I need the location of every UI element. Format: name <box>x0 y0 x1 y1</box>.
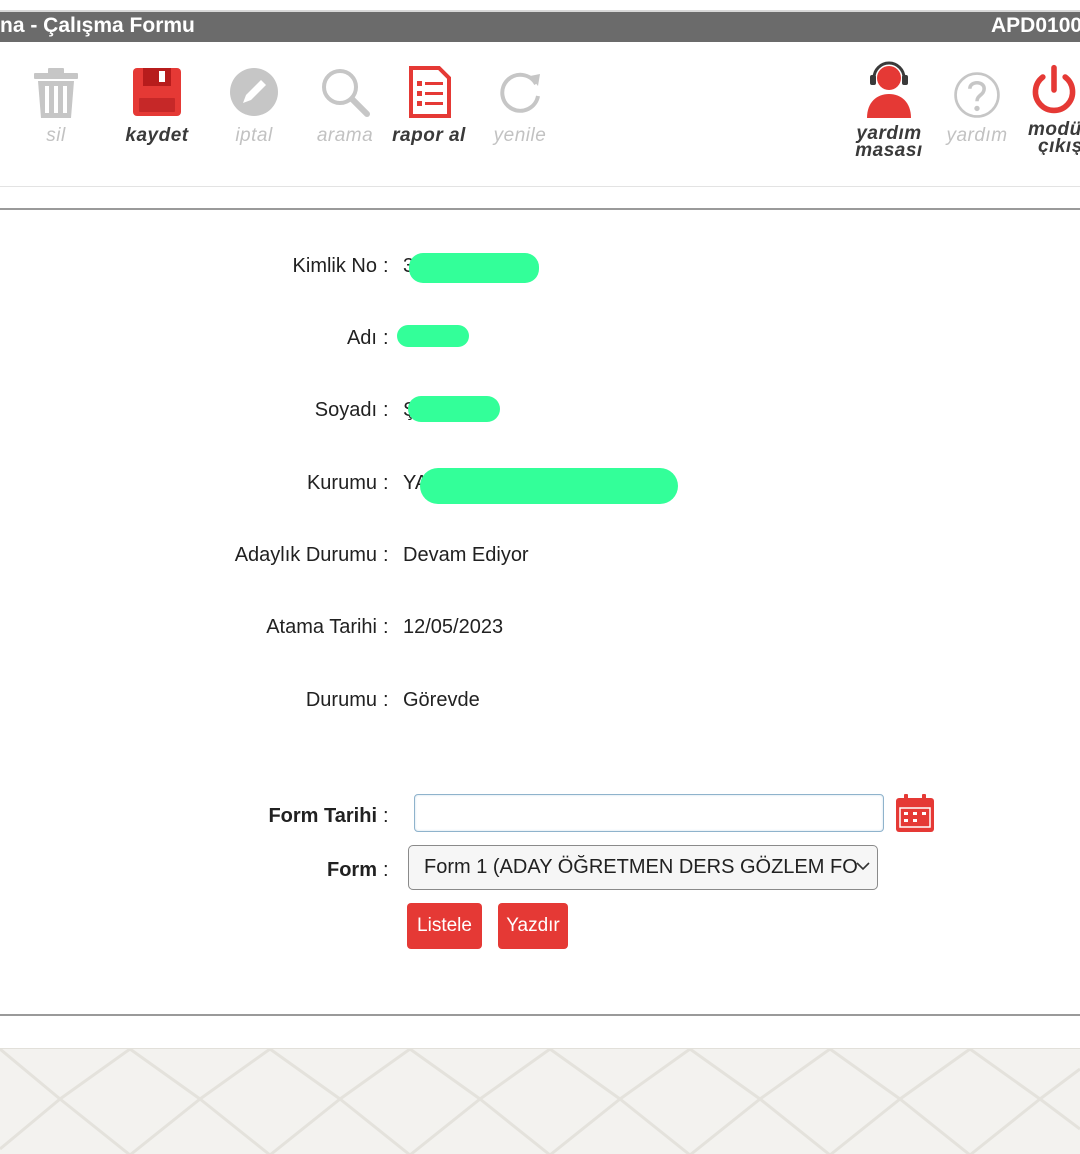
form-tarihi-input[interactable] <box>414 794 884 832</box>
adaylik-durumu-label: Adaylık Durumu <box>234 544 377 566</box>
form-select[interactable]: Form 1 (ADAY ÖĞRETMEN DERS GÖZLEM FO <box>408 845 878 890</box>
colon: : <box>383 616 389 638</box>
redaction-mark <box>408 396 500 422</box>
form-select-value: Form 1 (ADAY ÖĞRETMEN DERS GÖZLEM FO <box>424 856 858 878</box>
arama-label: arama <box>316 125 374 146</box>
yardim-masasi-button[interactable]: yardım masası <box>852 58 926 161</box>
atama-tarihi-value: 12/05/2023 <box>403 616 504 638</box>
colon: : <box>383 805 389 827</box>
atama-tarihi-label: Atama Tarihi <box>266 616 377 638</box>
yenile-label: yenile <box>493 125 547 146</box>
colon: : <box>383 859 389 881</box>
calendar-icon[interactable] <box>895 793 935 833</box>
colon: : <box>383 472 389 494</box>
kaydet-button[interactable]: kaydet <box>118 64 196 146</box>
iptal-label: iptal <box>235 125 273 146</box>
report-document-icon <box>409 66 451 118</box>
modul-cikis-label-2: çıkış <box>1038 136 1080 155</box>
rapor-al-label: rapor al <box>392 125 466 146</box>
form-tarihi-label: Form Tarihi <box>268 805 377 827</box>
star-pattern <box>0 1049 1080 1154</box>
decorative-footer-pattern <box>0 1048 1080 1154</box>
iptal-button[interactable]: iptal <box>226 64 282 146</box>
separator-top <box>0 208 1080 210</box>
colon: : <box>383 399 389 421</box>
redaction-mark <box>397 325 469 347</box>
separator-bottom <box>0 1014 1080 1016</box>
trash-icon <box>34 68 78 118</box>
help-question-icon <box>954 72 1000 118</box>
title-bar: na - Çalışma Formu APD0100 <box>0 10 1080 42</box>
refresh-icon <box>500 72 540 113</box>
form-label: Form <box>327 859 377 881</box>
yenile-button[interactable]: yenile <box>488 64 552 146</box>
sil-button[interactable]: sil <box>28 64 84 146</box>
help-desk-headset-icon <box>867 61 911 118</box>
toolbar: sil kaydet iptal arama rapor al yenile y… <box>0 42 1080 187</box>
yardim-masasi-label-2: masası <box>855 140 923 161</box>
listele-button[interactable]: Listele <box>407 903 482 949</box>
page: na - Çalışma Formu APD0100 sil kaydet ip… <box>0 0 1080 1154</box>
redaction-mark <box>420 468 678 504</box>
durumu-label: Durumu <box>305 689 377 711</box>
modul-cikis-button[interactable]: modül çıkış <box>1028 64 1080 155</box>
kimlik-no-label: Kimlik No <box>292 255 377 277</box>
rapor-al-button[interactable]: rapor al <box>388 64 470 146</box>
arama-button[interactable]: arama <box>312 64 378 146</box>
colon: : <box>383 255 389 277</box>
adaylik-durumu-value: Devam Ediyor <box>403 544 529 566</box>
kaydet-label: kaydet <box>125 125 189 146</box>
module-code: APD0100 <box>991 14 1080 37</box>
kurumu-label: Kurumu <box>306 472 377 494</box>
colon: : <box>383 544 389 566</box>
soyadi-label: Soyadı <box>314 399 377 421</box>
durumu-value: Görevde <box>403 689 480 711</box>
yardim-label: yardım <box>946 125 1008 146</box>
yazdir-button[interactable]: Yazdır <box>498 903 568 949</box>
sil-label: sil <box>46 125 66 146</box>
floppy-disk-icon <box>133 68 181 116</box>
chevron-down-icon <box>856 862 870 871</box>
colon: : <box>383 327 389 349</box>
power-icon <box>1032 64 1076 114</box>
window-title: na - Çalışma Formu <box>0 14 195 37</box>
redaction-mark <box>409 253 539 283</box>
yardim-button[interactable]: yardım <box>942 70 1012 146</box>
search-icon <box>322 69 370 117</box>
colon: : <box>383 689 389 711</box>
adi-label: Adı <box>346 327 377 349</box>
cancel-pencil-icon <box>230 68 278 116</box>
